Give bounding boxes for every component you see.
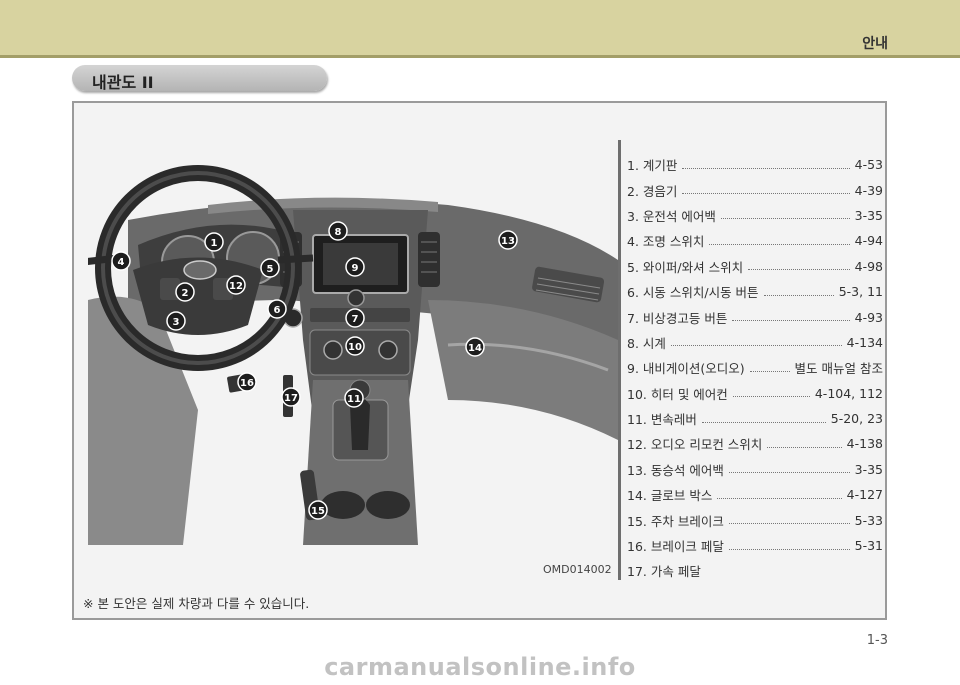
svg-text:17: 17 <box>284 393 298 404</box>
legend-page: 4-93 <box>854 309 883 325</box>
image-code: OMD014002 <box>543 563 612 576</box>
legend-label: 9. 내비게이션(오디오) <box>627 361 745 377</box>
callout-3: 3 <box>166 311 186 331</box>
callout-9: 9 <box>345 257 365 277</box>
legend-page: 3-35 <box>854 461 883 477</box>
svg-text:12: 12 <box>229 281 243 292</box>
legend-label: 17. 가속 페달 <box>627 564 701 580</box>
svg-text:8: 8 <box>335 227 342 238</box>
legend-item: 4. 조명 스위치 4-94 <box>627 228 883 253</box>
legend-page: 4-98 <box>854 258 883 274</box>
legend-page: 5-33 <box>854 512 883 528</box>
interior-illustration: 1 2 3 4 5 6 7 8 9 10 11 12 13 14 15 16 1… <box>88 150 618 545</box>
legend-item: 9. 내비게이션(오디오) 별도 매뉴얼 참조 <box>627 355 883 380</box>
legend-divider <box>618 140 621 580</box>
legend-list: 1. 계기판 4-53 2. 경음기 4-39 3. 운전석 에어백 3-35 4. … <box>627 152 883 584</box>
callout-10: 10 <box>345 336 365 356</box>
legend-item: 1. 계기판 4-53 <box>627 152 883 177</box>
svg-text:14: 14 <box>468 343 482 354</box>
svg-text:16: 16 <box>240 378 254 389</box>
legend-label: 5. 와이퍼/와셔 스위치 <box>627 259 744 275</box>
legend-label: 10. 히터 및 에어컨 <box>627 386 728 402</box>
legend-page: 5-20, 23 <box>830 411 883 427</box>
header-rule <box>0 55 960 58</box>
svg-text:5: 5 <box>267 264 274 275</box>
legend-label: 7. 비상경고등 버튼 <box>627 310 728 326</box>
legend-label: 12. 오디오 리모컨 스위치 <box>627 437 763 453</box>
legend-item: 16. 브레이크 페달 5-31 <box>627 533 883 558</box>
callout-11: 11 <box>344 388 364 408</box>
legend-item: 14. 글로브 박스 4-127 <box>627 482 883 507</box>
svg-text:10: 10 <box>348 342 362 353</box>
legend-item: 12. 오디오 리모컨 스위치 4-138 <box>627 431 883 456</box>
legend-label: 2. 경음기 <box>627 183 678 199</box>
legend-label: 16. 브레이크 페달 <box>627 539 724 555</box>
disclaimer-note: ※ 본 도안은 실제 차량과 다를 수 있습니다. <box>83 596 310 611</box>
callout-8: 8 <box>328 221 348 241</box>
callout-16: 16 <box>237 372 257 392</box>
legend-item: 11. 변속레버 5-20, 23 <box>627 406 883 431</box>
legend-page: 4-39 <box>854 182 883 198</box>
legend-item: 10. 히터 및 에어컨 4-104, 112 <box>627 381 883 406</box>
svg-text:11: 11 <box>347 394 361 405</box>
legend-label: 15. 주차 브레이크 <box>627 513 724 529</box>
title-pill: 내관도 II <box>72 65 327 92</box>
legend-item: 15. 주차 브레이크 5-33 <box>627 507 883 532</box>
svg-text:13: 13 <box>501 236 515 247</box>
legend-page: 4-127 <box>846 487 883 503</box>
legend-label: 13. 동승석 에어백 <box>627 462 724 478</box>
svg-text:6: 6 <box>274 305 281 316</box>
legend-page: 4-53 <box>854 157 883 173</box>
legend-label: 8. 시계 <box>627 335 666 351</box>
callout-17: 17 <box>281 387 301 407</box>
legend-label: 3. 운전석 에어백 <box>627 208 716 224</box>
legend-item: 6. 시동 스위치/시동 버튼 5-3, 11 <box>627 279 883 304</box>
legend-item: 8. 시계 4-134 <box>627 330 883 355</box>
svg-text:9: 9 <box>352 263 359 274</box>
header-band <box>0 0 960 55</box>
legend-page: 4-138 <box>846 436 883 452</box>
section-title: 안내 <box>862 36 888 52</box>
legend-page: 4-94 <box>854 233 883 249</box>
svg-text:15: 15 <box>311 506 325 517</box>
svg-text:2: 2 <box>182 288 189 299</box>
callout-1: 1 <box>204 232 224 252</box>
legend-label: 1. 계기판 <box>627 158 678 174</box>
callout-12: 12 <box>226 275 246 295</box>
callout-4: 4 <box>111 251 131 271</box>
legend-page: 별도 매뉴얼 참조 <box>794 361 883 377</box>
legend-label: 4. 조명 스위치 <box>627 234 705 250</box>
legend-page: 4-134 <box>846 334 883 350</box>
legend-page: 5-31 <box>854 538 883 554</box>
legend-page: 3-35 <box>854 207 883 223</box>
callout-7: 7 <box>345 308 365 328</box>
callout-13: 13 <box>498 230 518 250</box>
legend-label: 11. 변속레버 <box>627 412 697 428</box>
legend-label: 6. 시동 스위치/시동 버튼 <box>627 285 759 301</box>
legend-label: 14. 글로브 박스 <box>627 488 713 504</box>
legend-item: 2. 경음기 4-39 <box>627 177 883 202</box>
legend-item: 17. 가속 페달 <box>627 558 883 583</box>
callout-15: 15 <box>308 500 328 520</box>
legend-item: 13. 동승석 에어백 3-35 <box>627 457 883 482</box>
callout-5: 5 <box>260 258 280 278</box>
watermark: carmanualsonline.info <box>324 653 636 681</box>
legend-item: 5. 와이퍼/와셔 스위치 4-98 <box>627 254 883 279</box>
legend-page: 5-3, 11 <box>838 284 883 300</box>
callout-6: 6 <box>267 299 287 319</box>
legend-page: 4-104, 112 <box>814 385 883 401</box>
legend-item: 3. 운전석 에어백 3-35 <box>627 203 883 228</box>
svg-text:4: 4 <box>118 257 125 268</box>
page-number: 1-3 <box>866 633 888 648</box>
svg-text:1: 1 <box>211 238 218 249</box>
page-title: 내관도 II <box>92 73 154 92</box>
legend-item: 7. 비상경고등 버튼 4-93 <box>627 304 883 329</box>
callout-2: 2 <box>175 282 195 302</box>
callout-14: 14 <box>465 337 485 357</box>
svg-text:7: 7 <box>352 314 359 325</box>
svg-text:3: 3 <box>173 317 180 328</box>
